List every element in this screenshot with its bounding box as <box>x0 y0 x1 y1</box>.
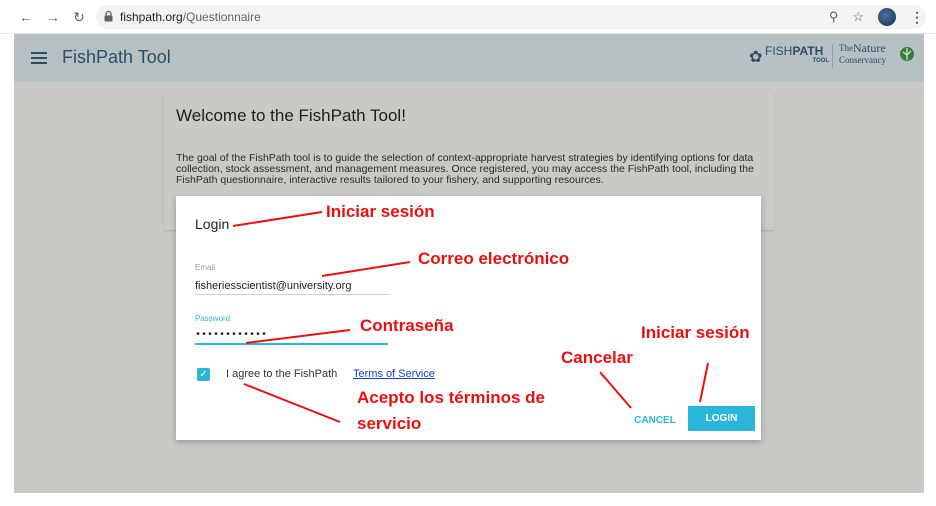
welcome-body: The goal of the FishPath tool is to guid… <box>176 152 754 186</box>
fish-icon: ✿ <box>749 49 763 66</box>
terms-label: I agree to the FishPath <box>226 368 338 380</box>
star-icon[interactable]: ☆ <box>852 9 864 25</box>
terms-of-service-link[interactable]: Terms of Service <box>353 368 435 380</box>
url-text: fishpath.org/Questionnaire <box>120 10 261 24</box>
screenshot-root: ← → ↻ fishpath.org/Questionnaire ⚲ ☆ ⋮ F… <box>0 0 936 506</box>
lock-icon <box>104 11 113 22</box>
more-menu-icon[interactable]: ⋮ <box>910 9 924 26</box>
fishpath-logo-subtext: TOOL <box>812 58 829 64</box>
profile-avatar[interactable] <box>878 8 896 26</box>
password-label: Password <box>195 314 231 323</box>
dialog-title: Login <box>195 216 230 232</box>
tnc-logo: The Nature Conservancy <box>839 41 917 71</box>
email-input[interactable] <box>195 277 390 295</box>
tnc-logo-nature: Nature <box>853 41 886 55</box>
welcome-title: Welcome to the FishPath Tool! <box>176 106 406 125</box>
annotation-login-button: Iniciar sesión <box>641 323 750 342</box>
annotation-login: Iniciar sesión <box>326 202 435 221</box>
leaf-icon <box>900 47 914 61</box>
app-header: FishPath Tool ✿ FISHPATH TOOL The Nature… <box>14 34 924 82</box>
key-icon[interactable]: ⚲ <box>829 9 839 25</box>
annotation-cancel: Cancelar <box>561 348 633 367</box>
reload-icon[interactable]: ↻ <box>71 9 87 25</box>
fishpath-logo: ✿ FISHPATH TOOL <box>749 42 837 70</box>
tnc-logo-conservancy: Conservancy <box>839 55 886 65</box>
login-button[interactable]: LOGIN <box>688 406 755 431</box>
terms-checkbox[interactable]: ✓ <box>197 368 210 381</box>
back-icon[interactable]: ← <box>18 9 34 25</box>
url-path: /Questionnaire <box>182 10 261 24</box>
annotation-password: Contraseña <box>360 316 454 335</box>
cancel-button[interactable]: CANCEL <box>630 413 680 427</box>
annotation-email: Correo electrónico <box>418 249 570 268</box>
app-title: FishPath Tool <box>62 47 171 67</box>
annotation-terms-line1: Acepto los términos de <box>357 388 545 407</box>
annotation-terms-line2: servicio <box>357 414 422 433</box>
browser-toolbar: ← → ↻ fishpath.org/Questionnaire ⚲ ☆ ⋮ <box>0 0 936 34</box>
tnc-logo-the: The <box>839 43 853 53</box>
logo-divider <box>832 44 833 68</box>
forward-icon[interactable]: → <box>45 9 61 25</box>
menu-icon[interactable] <box>31 52 47 64</box>
toolbar-icons: ⚲ ☆ ⋮ <box>829 6 924 28</box>
email-label: Email <box>195 263 216 272</box>
fishpath-logo-text: FISHPATH <box>765 44 824 58</box>
address-bar[interactable]: fishpath.org/Questionnaire <box>96 5 926 29</box>
url-domain: fishpath.org <box>120 10 183 24</box>
